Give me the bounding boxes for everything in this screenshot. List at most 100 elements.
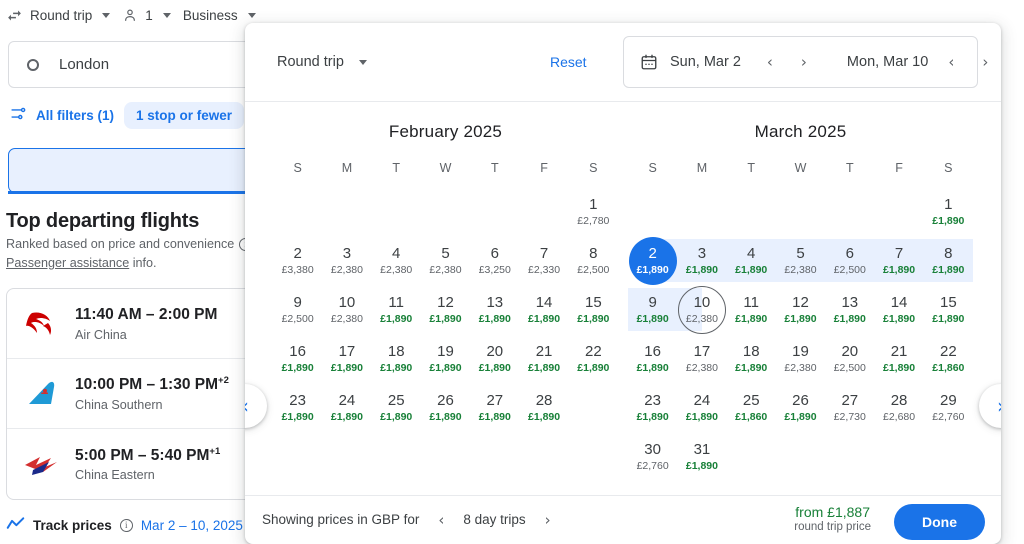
day-cell[interactable]: 8 £2,500 (569, 236, 618, 285)
day-price: £2,780 (577, 214, 610, 227)
weekday-label: S (648, 161, 657, 175)
day-cell[interactable]: 1 £1,890 (924, 187, 973, 236)
calendar-trip-type-selector[interactable]: Round trip (277, 54, 367, 70)
day-cell[interactable]: 11 £1,890 (727, 285, 776, 334)
day-cell[interactable]: 12 £1,890 (776, 285, 825, 334)
day-cell[interactable]: 27 £1,890 (470, 383, 519, 432)
day-cell[interactable]: 14 £1,890 (519, 285, 568, 334)
trip-length-decrease-button[interactable]: ‹ (430, 509, 452, 531)
day-cell[interactable]: 28 £1,890 (519, 383, 568, 432)
day-cell[interactable]: 25 £1,890 (372, 383, 421, 432)
departure-date-segment[interactable]: Sun, Mar 2 ‹ › (624, 37, 815, 87)
day-cell[interactable]: 9 £1,890 (628, 285, 678, 334)
passenger-assistance-link[interactable]: Passenger assistance (6, 256, 129, 270)
day-cell[interactable]: 3 £2,380 (322, 236, 371, 285)
departure-date-value: Sun, Mar 2 (670, 54, 741, 70)
day-cell[interactable]: 5 £2,380 (775, 236, 826, 285)
return-prev-day-button[interactable]: ‹ (940, 51, 962, 73)
day-cell[interactable]: 8 £1,890 (923, 236, 973, 285)
track-prices-label: Track prices (33, 517, 112, 533)
weekday-label: T (490, 161, 499, 175)
day-cell[interactable]: 27 £2,730 (825, 383, 874, 432)
day-cell[interactable]: 4 £1,890 (726, 236, 776, 285)
day-cell[interactable]: 17 £1,890 (322, 334, 371, 383)
done-button[interactable]: Done (894, 504, 985, 540)
return-date-segment[interactable]: Mon, Mar 10 ‹ › (829, 37, 996, 87)
day-cell[interactable]: 25 £1,860 (727, 383, 776, 432)
calendar-icon (640, 53, 658, 71)
day-cell[interactable]: 31 £1,890 (677, 432, 726, 481)
reset-button[interactable]: Reset (550, 54, 587, 70)
day-cell[interactable]: 13 £1,890 (825, 285, 874, 334)
day-cell[interactable]: 2 £3,380 (273, 236, 322, 285)
day-cell[interactable]: 26 £1,890 (776, 383, 825, 432)
origin-value: London (59, 56, 110, 73)
china-southern-logo (23, 376, 59, 412)
day-cell[interactable]: 7 £2,330 (519, 236, 568, 285)
weekday-label: M (696, 161, 708, 175)
day-cell[interactable]: 29 £2,760 (924, 383, 973, 432)
day-cell[interactable]: 18 £1,890 (727, 334, 776, 383)
departure-next-day-button[interactable]: › (793, 51, 815, 73)
day-price: £2,380 (784, 263, 817, 276)
day-cell[interactable]: 23 £1,890 (628, 383, 677, 432)
day-cell[interactable]: 21 £1,890 (519, 334, 568, 383)
filter-chip-stops[interactable]: 1 stop or fewer (124, 101, 245, 129)
trip-length-increase-button[interactable]: › (537, 509, 559, 531)
day-cell[interactable]: 20 £2,500 (825, 334, 874, 383)
day-cell[interactable]: 5 £2,380 (421, 236, 470, 285)
day-cell[interactable]: 19 £1,890 (421, 334, 470, 383)
track-prices-dates[interactable]: Mar 2 – 10, 2025 (141, 518, 243, 533)
day-cell[interactable]: 15 £1,890 (569, 285, 618, 334)
day-cell[interactable]: 9 £2,500 (273, 285, 322, 334)
day-cell[interactable]: 1 £2,780 (569, 187, 618, 236)
day-cell[interactable]: 11 £1,890 (372, 285, 421, 334)
departure-prev-day-button[interactable]: ‹ (759, 51, 781, 73)
day-cell[interactable]: 10 £2,380 (677, 285, 726, 334)
day-cell[interactable]: 18 £1,890 (372, 334, 421, 383)
previous-months-button[interactable]: ‹ (245, 384, 267, 428)
day-cell[interactable]: 12 £1,890 (421, 285, 470, 334)
day-cell[interactable]: 16 £1,890 (273, 334, 322, 383)
day-price: £2,500 (281, 312, 314, 325)
day-cell[interactable]: 20 £1,890 (470, 334, 519, 383)
all-filters-button[interactable]: All filters (1) (10, 105, 114, 125)
day-cell[interactable]: 30 £2,760 (628, 432, 677, 481)
person-icon (122, 7, 138, 23)
day-cell[interactable]: 14 £1,890 (874, 285, 923, 334)
day-cell[interactable]: 24 £1,890 (677, 383, 726, 432)
day-cell[interactable]: 7 £1,890 (874, 236, 924, 285)
day-cell[interactable]: 2 £1,890 (628, 236, 678, 285)
day-cell[interactable]: 13 £1,890 (470, 285, 519, 334)
day-cell[interactable]: 17 £2,380 (677, 334, 726, 383)
day-number: 11 (388, 293, 404, 311)
day-cell[interactable]: 26 £1,890 (421, 383, 470, 432)
flight-times: 10:00 PM – 1:30 PM+2 (75, 375, 229, 394)
day-number: 7 (539, 244, 549, 262)
day-cell[interactable]: 10 £2,380 (322, 285, 371, 334)
day-number: 17 (338, 342, 356, 360)
day-cell[interactable]: 23 £1,890 (273, 383, 322, 432)
day-cell[interactable]: 22 £1,860 (924, 334, 973, 383)
weekday-label: T (845, 161, 854, 175)
day-cell[interactable]: 21 £1,890 (874, 334, 923, 383)
day-cell[interactable]: 3 £1,890 (677, 236, 727, 285)
day-cell[interactable]: 15 £1,890 (924, 285, 973, 334)
next-months-button[interactable]: › (979, 384, 1001, 428)
trip-type-selector[interactable]: Round trip (0, 1, 116, 29)
day-cell[interactable]: 24 £1,890 (322, 383, 371, 432)
info-icon[interactable]: i (119, 518, 133, 532)
day-number: 25 (387, 391, 405, 409)
day-price: £2,500 (577, 263, 610, 276)
day-cell[interactable]: 16 £1,890 (628, 334, 677, 383)
day-price: £2,380 (380, 263, 413, 276)
day-cell[interactable]: 6 £3,250 (470, 236, 519, 285)
return-next-day-button[interactable]: › (974, 51, 996, 73)
month-march: March 2025 SMTWTFS 1 £1,890 2 £1,890 3 £1,890… (628, 102, 973, 495)
day-cell[interactable]: 22 £1,890 (569, 334, 618, 383)
day-cell[interactable]: 6 £2,500 (825, 236, 875, 285)
day-cell[interactable]: 28 £2,680 (874, 383, 923, 432)
day-cell[interactable]: 4 £2,380 (372, 236, 421, 285)
day-cell[interactable]: 19 £2,380 (776, 334, 825, 383)
passengers-selector[interactable]: 1 (116, 1, 177, 29)
